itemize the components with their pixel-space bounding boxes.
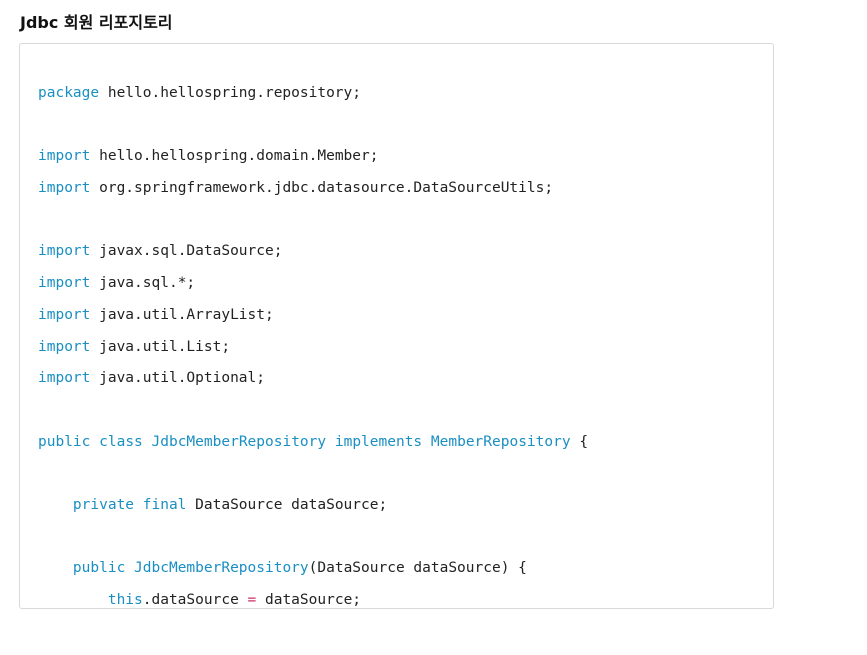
code-line: public class JdbcMemberRepository implem… [38,427,588,459]
code-token: (DataSource dataSource) { [308,560,527,577]
code-token: .dataSource [142,592,248,608]
code-token: final [142,496,187,513]
code-token: DataSource dataSource; [186,496,388,513]
code-line: import javax.sql.DataSource; [38,236,588,268]
code-line: this.dataSource = dataSource; [38,585,588,608]
code-line: import java.util.List; [38,332,588,364]
code-block: package hello.hellospring.repository; im… [19,43,774,609]
section-heading: Jdbc 회원 리포지토리 [20,13,173,32]
code-token: private [72,496,135,513]
code-line: import java.util.Optional; [38,363,588,395]
code-token: import [38,148,91,165]
code-token: java.util.List; [90,338,231,355]
code-line: package hello.hellospring.repository; [38,78,588,110]
code-line: public JdbcMemberRepository(DataSource d… [38,553,588,585]
code-token: import [38,243,91,260]
code-token: import [38,370,91,387]
code-body: package hello.hellospring.repository; im… [38,78,588,608]
code-token: = [247,592,257,608]
code-token: public [72,560,126,577]
code-token: import [38,275,91,292]
code-token: javax.sql.DataSource; [90,243,283,260]
code-token: org.springframework.jdbc.datasource.Data… [90,180,554,197]
code-line: import hello.hellospring.domain.Member; [38,141,588,173]
code-token: MemberRepository [430,433,571,450]
code-token: import [38,306,91,323]
code-token: implements [334,433,423,450]
code-line: import java.util.ArrayList; [38,300,588,332]
code-token: import [38,180,91,197]
code-token: java.sql.*; [90,275,196,292]
code-token: package [38,85,100,101]
code-token: hello.hellospring.domain.Member; [90,148,379,165]
code-token: java.util.ArrayList; [90,306,274,323]
code-token: { [570,433,589,450]
code-token: import [38,338,91,355]
code-token: JdbcMemberRepository [151,433,327,450]
code-token: java.util.Optional; [90,370,265,387]
code-line: import org.springframework.jdbc.datasour… [38,173,588,205]
code-token: hello.hellospring.repository; [99,85,362,101]
code-line: private final DataSource dataSource; [38,490,588,522]
code-token: this [107,592,143,608]
code-token: public [38,433,91,450]
code-token: class [99,433,143,450]
code-token: JdbcMemberRepository [134,560,309,577]
code-line: import java.sql.*; [38,268,588,300]
code-token: dataSource; [256,592,362,608]
